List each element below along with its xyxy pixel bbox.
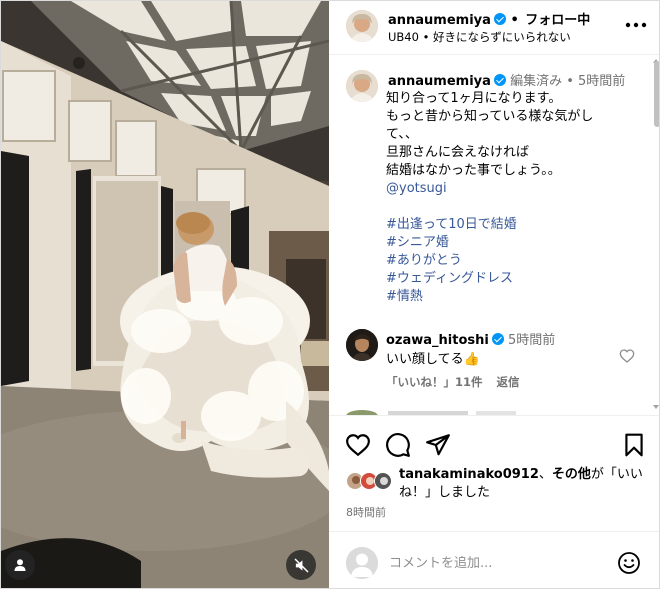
liked-by-separator: 、	[538, 467, 552, 482]
caption-header: annaumemiya 編集済み • 5時間前	[388, 70, 625, 89]
hashtag-link[interactable]: #ウェディングドレス	[386, 270, 636, 288]
caption-mention-link[interactable]: @yotsugi	[386, 180, 636, 198]
post-media-video[interactable]	[1, 1, 329, 588]
comments-scroll-area[interactable]: annaumemiya 編集済み • 5時間前 知り合って1ヶ月になります。 も…	[329, 56, 659, 415]
more-horizontal-icon	[625, 22, 647, 28]
audio-subtitle[interactable]: UB40 • 好きにならずにいられない	[388, 29, 571, 45]
caption-line: 知り合って1ヶ月になります。	[386, 91, 562, 106]
commenter-avatar[interactable]	[346, 329, 378, 361]
caption-edited-label: 編集済み	[510, 74, 563, 89]
hashtag-link[interactable]: #ありがとう	[386, 252, 636, 270]
liker-avatar[interactable]	[374, 472, 392, 490]
comment-icon[interactable]	[385, 432, 411, 458]
hashtag-link[interactable]: #情熱	[386, 288, 636, 306]
next-comment-peek	[346, 410, 516, 415]
comment-meta: 「いいね！」11件 返信	[386, 374, 520, 390]
default-user-icon	[346, 547, 378, 579]
commenter-avatar-image	[346, 329, 378, 361]
tagged-users-button[interactable]	[5, 550, 35, 580]
liked-by-text: tanakaminako0912、その他が「いいね！」しました	[399, 466, 649, 502]
comment-like-heart-icon[interactable]	[619, 348, 635, 364]
comment-verified-badge-icon	[491, 333, 504, 345]
liked-by-others[interactable]: その他	[552, 467, 591, 482]
comment-time[interactable]: 5時間前	[508, 333, 555, 348]
caption-line: もっと昔から知っている様な気がし	[386, 109, 594, 124]
author-username[interactable]: annaumemiya	[388, 13, 491, 28]
caption-username[interactable]: annaumemiya	[388, 74, 491, 89]
author-avatar[interactable]	[346, 10, 378, 42]
scroll-down-arrow[interactable]	[653, 405, 659, 409]
caption-avatar-image	[346, 70, 378, 102]
current-user-avatar	[346, 547, 378, 579]
more-options-button[interactable]	[623, 12, 649, 38]
caption-author-avatar[interactable]	[346, 70, 378, 102]
emoji-icon[interactable]	[617, 551, 641, 575]
instagram-post-dialog: annaumemiya • フォロー中 UB40 • 好きにならずにいられない	[0, 0, 660, 589]
bookmark-icon[interactable]	[621, 432, 647, 458]
follow-separator: •	[510, 13, 519, 28]
heart-icon[interactable]	[345, 432, 371, 458]
hashtag-link[interactable]: #出逢って10日で結婚	[386, 216, 636, 234]
action-bar	[329, 415, 659, 471]
follow-status-button[interactable]: フォロー中	[525, 13, 590, 28]
caption-separator: •	[566, 74, 574, 89]
scrollbar-thumb[interactable]	[654, 61, 659, 127]
hashtag-link[interactable]: #シニア婚	[386, 234, 636, 252]
share-icon[interactable]	[425, 432, 451, 458]
caption-line: 結婚はなかった事でしょう。。	[386, 163, 561, 178]
comment-text: いい顔してる👍	[386, 352, 480, 367]
post-header: annaumemiya • フォロー中 UB40 • 好きにならずにいられない	[329, 1, 659, 55]
caption-time[interactable]: 5時間前	[578, 74, 625, 89]
caption-line: 旦那さんに会えなければ	[386, 145, 530, 160]
author-avatar-image	[346, 10, 378, 42]
comment-username[interactable]: ozawa_hitoshi	[386, 333, 489, 348]
post-details-panel: annaumemiya • フォロー中 UB40 • 好きにならずにいられない	[329, 1, 659, 588]
video-frame-wedding-dress	[1, 1, 329, 588]
caption-verified-badge-icon	[493, 74, 506, 86]
mute-toggle-button[interactable]	[286, 550, 316, 580]
comment-composer	[329, 531, 659, 588]
comment-reply-button[interactable]: 返信	[497, 375, 520, 389]
caption-line: て、、	[386, 127, 418, 142]
comment-likes-count[interactable]: 「いいね！」11件	[386, 375, 483, 389]
caption-body: 知り合って1ヶ月になります。 もっと昔から知っている様な気がし て、、 旦那さん…	[386, 90, 636, 306]
user-icon	[14, 559, 26, 571]
mute-icon	[294, 558, 308, 572]
author-line: annaumemiya • フォロー中	[388, 9, 590, 28]
verified-badge-icon	[493, 13, 506, 25]
comment-input[interactable]	[389, 552, 589, 574]
comment-header: ozawa_hitoshi 5時間前	[386, 329, 555, 348]
liker-avatar-image	[375, 473, 391, 489]
liked-by-user[interactable]: tanakaminako0912	[399, 467, 539, 482]
post-timestamp[interactable]: 8時間前	[346, 504, 386, 520]
